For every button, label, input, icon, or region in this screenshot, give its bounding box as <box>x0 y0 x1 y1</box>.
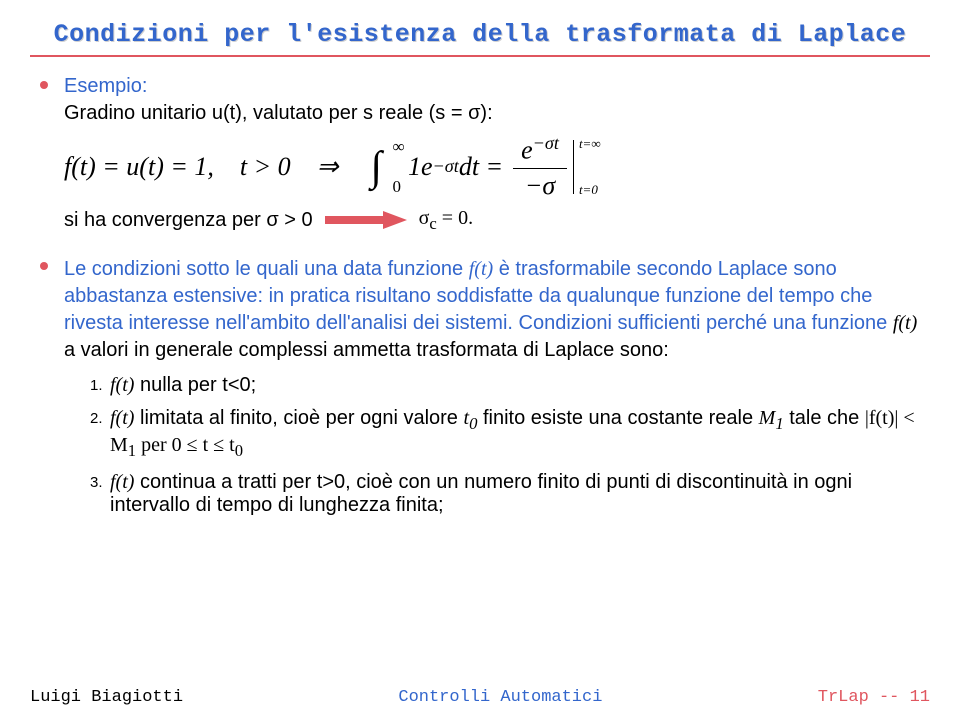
eq-left: f(t) = u(t) = 1, t > 0 ⇒ <box>64 152 338 182</box>
slide-title: Condizioni per l'esistenza della trasfor… <box>30 20 930 49</box>
footer-page: TrLap -- 11 <box>818 688 930 707</box>
footer: Luigi Biagiotti Controlli Automatici TrL… <box>30 688 930 707</box>
esempio-label: Esempio: <box>64 75 930 98</box>
cond-2: 2.f(t) limitata al finito, cioè per ogni… <box>90 407 930 461</box>
conditions-list: 1.f(t) nulla per t<0; 2.f(t) limitata al… <box>90 374 930 517</box>
divider <box>30 55 930 57</box>
cond-3: 3.f(t) continua a tratti per t>0, cioè c… <box>90 471 930 517</box>
footer-course: Controlli Automatici <box>398 688 602 707</box>
cond-1: 1.f(t) nulla per t<0; <box>90 374 930 397</box>
example-desc: Gradino unitario u(t), valutato per s re… <box>64 100 930 127</box>
bullet-1: Esempio: Gradino unitario u(t), valutato… <box>30 75 930 234</box>
arrow-icon <box>325 211 407 229</box>
bullet-2: Le condizioni sotto le quali una data fu… <box>30 256 930 517</box>
conditions-paragraph: Le condizioni sotto le quali una data fu… <box>64 256 930 364</box>
equation-line: f(t) = u(t) = 1, t > 0 ⇒ ∫∞0 1e−σtdt = e… <box>64 133 930 201</box>
footer-author: Luigi Biagiotti <box>30 688 183 707</box>
integral: ∫∞0 1e−σtdt = e−σt −σ t=∞t=0 <box>362 133 573 201</box>
convergence-line: si ha convergenza per σ > 0 σc = 0. <box>64 207 930 234</box>
